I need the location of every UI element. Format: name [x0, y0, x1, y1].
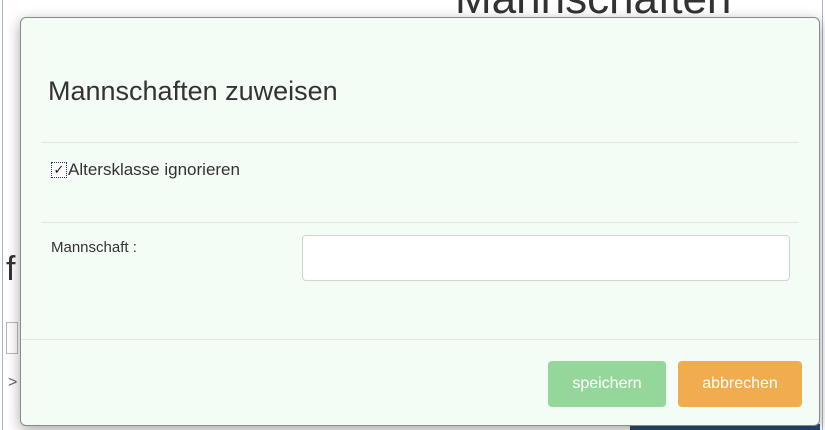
cancel-button[interactable]: abbrechen	[678, 361, 802, 407]
section-divider	[41, 222, 799, 223]
ignore-age-class-label: Altersklasse ignorieren	[68, 160, 240, 179]
header-divider	[41, 142, 799, 143]
background-partial-text: f	[6, 250, 16, 288]
footer-divider	[21, 339, 819, 340]
checkmark-icon: ✓	[53, 162, 65, 178]
dialog-title: Mannschaften zuweisen	[48, 76, 338, 106]
team-input[interactable]	[302, 235, 790, 281]
ignore-age-class-checkbox[interactable]: ✓	[51, 162, 67, 178]
background-frame-left	[2, 0, 15, 430]
ignore-age-class-option[interactable]: ✓ Altersklasse ignorieren	[51, 160, 240, 180]
background-arrow-glyph: >	[8, 374, 18, 391]
team-field-label: Mannschaft :	[51, 239, 137, 256]
background-input-edge	[6, 322, 18, 354]
save-button[interactable]: speichern	[548, 361, 666, 407]
assign-teams-dialog: Mannschaften zuweisen ✓ Altersklasse ign…	[20, 17, 820, 426]
